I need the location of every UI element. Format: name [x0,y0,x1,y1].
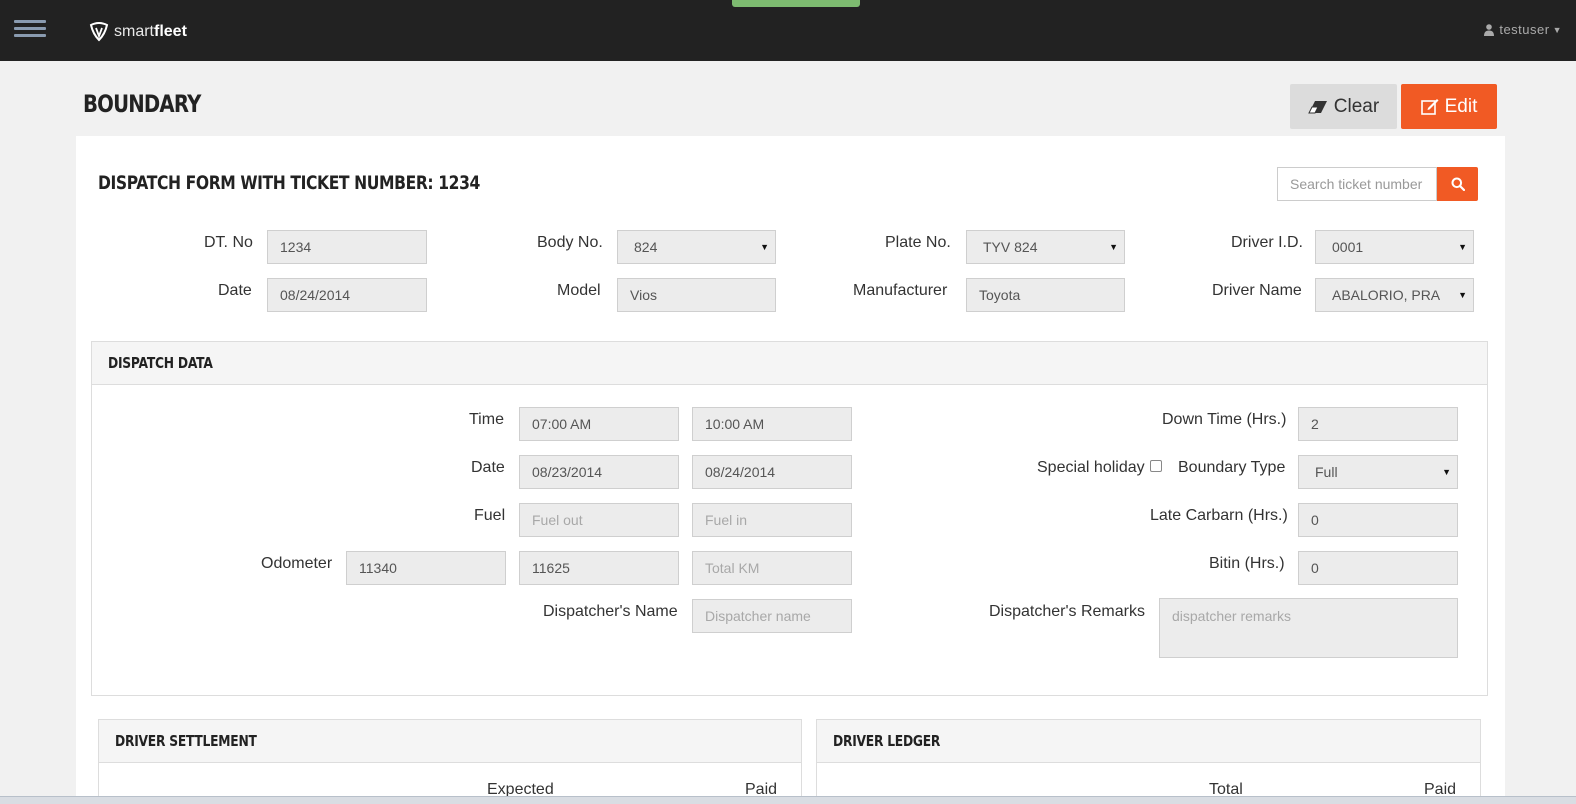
edit-icon [1420,98,1439,115]
driver-ledger-header: DRIVER LEDGER [817,720,1480,763]
late-carbarn-label: Late Carbarn (Hrs.) [1150,507,1288,524]
fuel-in-field[interactable]: Fuel in [692,503,852,537]
driver-id-value: 0001 [1332,239,1364,255]
dispatcher-remarks-textarea[interactable]: dispatcher remarks [1159,598,1458,658]
date-in-field[interactable]: 08/24/2014 [692,455,852,489]
time-out-field[interactable]: 07:00 AM [519,407,679,441]
dispatcher-name-field[interactable]: Dispatcher name [692,599,852,633]
driver-id-select[interactable]: 0001 ▼ [1315,230,1474,264]
search-icon [1451,177,1465,191]
driver-name-label: Driver Name [1212,282,1302,299]
total-km-field[interactable]: Total KM [692,551,852,585]
brand-name-smart: smart [114,23,154,40]
boundary-type-label: Boundary Type [1178,459,1286,476]
body-no-value: 824 [634,239,658,255]
odometer-start-field[interactable]: 11340 [346,551,506,585]
driver-ledger-panel: DRIVER LEDGER [816,719,1481,804]
brand-logo[interactable]: smart fleet [88,20,187,44]
search-button[interactable] [1437,167,1478,201]
boundary-type-select[interactable]: Full ▼ [1298,455,1458,489]
plate-no-value: TYV 824 [983,239,1038,255]
plate-no-label: Plate No. [885,234,951,251]
dropdown-arrow-icon: ▼ [1442,467,1451,477]
boundary-type-value: Full [1315,464,1338,480]
search-ticket-input[interactable] [1277,167,1437,201]
user-icon [1484,23,1495,36]
clear-button-label: Clear [1333,95,1380,117]
dt-no-label: DT. No [204,234,253,251]
down-time-label: Down Time (Hrs.) [1162,411,1287,428]
odometer-label: Odometer [261,555,333,572]
fuel-label: Fuel [474,507,506,524]
driver-settlement-title: DRIVER SETTLEMENT [115,732,257,750]
edit-button-label: Edit [1444,95,1478,117]
date-out-field[interactable]: 08/23/2014 [519,455,679,489]
date-label: Date [218,282,252,299]
special-holiday-checkbox[interactable] [1150,460,1162,472]
dispatcher-name-label: Dispatcher's Name [543,603,678,620]
special-holiday-label: Special holiday [1037,459,1145,476]
bitin-label: Bitin (Hrs.) [1209,555,1285,572]
down-time-field[interactable]: 2 [1298,407,1458,441]
dropdown-arrow-icon: ▼ [1458,290,1467,300]
dropdown-arrow-icon: ▼ [760,242,769,252]
taskbar-strip [0,796,1576,804]
dispatcher-remarks-label: Dispatcher's Remarks [989,603,1145,620]
dispatch-data-header: DISPATCH DATA [92,342,1487,385]
user-menu[interactable]: testuser ▼ [1484,22,1562,37]
caret-down-icon: ▼ [1552,24,1562,35]
driver-name-select[interactable]: ABALORIO, PRAX ▼ [1315,278,1474,312]
notification-tab[interactable] [732,0,860,7]
edit-button[interactable]: Edit [1401,84,1497,129]
odometer-end-field[interactable]: 11625 [519,551,679,585]
model-label: Model [557,282,601,299]
manufacturer-label: Manufacturer [853,282,948,299]
driver-name-value: ABALORIO, PRAX [1332,287,1440,303]
manufacturer-field[interactable]: Toyota [966,278,1125,312]
dispatch-date-label: Date [471,459,505,476]
smartfleet-logo-icon [89,22,109,42]
time-in-field[interactable]: 10:00 AM [692,407,852,441]
model-field[interactable]: Vios [617,278,776,312]
late-carbarn-field[interactable]: 0 [1298,503,1458,537]
dropdown-arrow-icon: ▼ [1458,242,1467,252]
driver-settlement-header: DRIVER SETTLEMENT [99,720,801,763]
bitin-field[interactable]: 0 [1298,551,1458,585]
plate-no-select[interactable]: TYV 824 ▼ [966,230,1125,264]
menu-icon[interactable] [14,20,46,40]
fuel-out-field[interactable]: Fuel out [519,503,679,537]
page-title: BOUNDARY [83,90,201,118]
eraser-icon [1307,100,1328,114]
form-title: DISPATCH FORM WITH TICKET NUMBER: 1234 [98,172,480,194]
driver-id-label: Driver I.D. [1231,234,1303,251]
clear-button[interactable]: Clear [1290,84,1397,129]
body-no-select[interactable]: 824 ▼ [617,230,776,264]
time-label: Time [469,411,504,428]
brand-name-fleet: fleet [154,23,187,40]
dropdown-arrow-icon: ▼ [1109,242,1118,252]
driver-ledger-title: DRIVER LEDGER [833,732,941,750]
dt-no-field[interactable]: 1234 [267,230,427,264]
username: testuser [1499,22,1550,37]
driver-settlement-panel: DRIVER SETTLEMENT [98,719,802,804]
top-navbar: smart fleet testuser ▼ [0,0,1576,61]
body-no-label: Body No. [537,234,603,251]
date-field[interactable]: 08/24/2014 [267,278,427,312]
dispatch-data-title: DISPATCH DATA [108,354,213,372]
